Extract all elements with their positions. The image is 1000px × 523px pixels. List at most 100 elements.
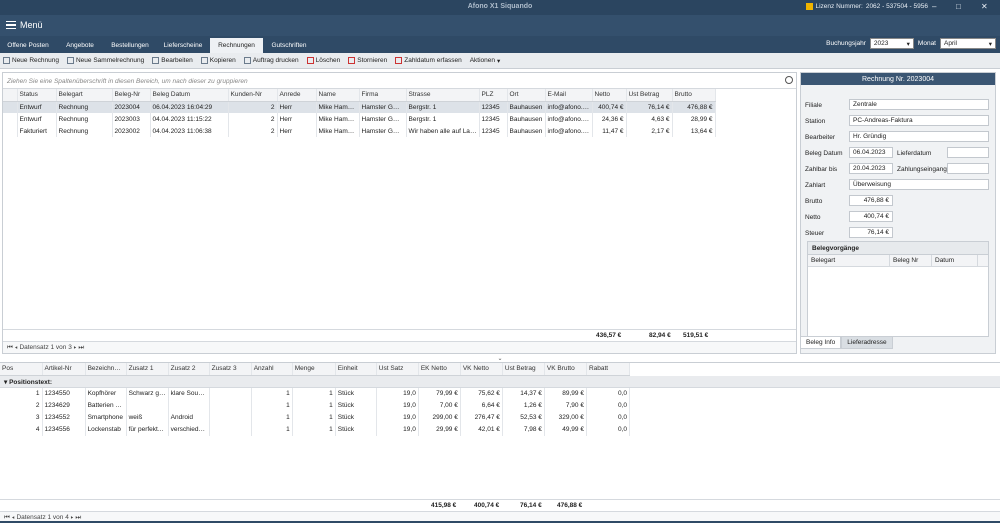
total-ust: 82,94 € [649,332,671,339]
year-select[interactable]: 2023 ▾ [869,38,914,49]
col-belegart[interactable]: Belegart [808,255,890,266]
group-by-panel[interactable]: Ziehen Sie eine Spaltenüberschrift in di… [3,73,796,89]
col-status[interactable]: Status [17,89,57,102]
col-beleg-datum[interactable]: Beleg Datum [150,89,229,102]
positions-group-header[interactable]: ▾ Positionstext: [0,375,1000,388]
record-payment-date-button[interactable]: Zahldatum erfassen [395,57,462,64]
col-zusatz1[interactable]: Zusatz 1 [126,363,169,376]
nav-last-icon[interactable]: ⏭ [78,344,84,351]
col-ort[interactable]: Ort [507,89,546,102]
col-beleg-nr[interactable]: Beleg Nr [890,255,932,266]
record-navigator[interactable]: ⏮ ◂ Datensatz 1 von 3 ▸ ⏭ [3,341,796,353]
nav-next-icon[interactable]: ▸ [74,344,77,351]
tab-lieferscheine[interactable]: Lieferscheine [156,38,210,53]
close-button[interactable]: ✕ [981,2,988,11]
actions-dropdown[interactable]: Aktionen ▾ [470,57,501,65]
tab-bestellungen[interactable]: Bestellungen [104,38,156,53]
table-row[interactable]: 3 1234552 Smartphone weiß Android 1 1 Stück 19,0… [0,411,631,424]
col-plz[interactable]: PLZ [479,89,508,102]
copy-button[interactable]: Kopieren [200,57,236,64]
module-tabs: Offene Posten Angebote Bestellungen Lief… [0,36,1000,53]
col-anzahl[interactable]: Anzahl [251,363,293,376]
col-ek-netto[interactable]: EK Netto [418,363,461,376]
nav-next-icon[interactable]: ▸ [71,514,74,521]
col-artikel-nr[interactable]: Artikel-Nr [42,363,86,376]
filiale-field[interactable]: Zentrale [849,99,989,110]
month-select[interactable]: April ▾ [940,38,996,49]
belegdatum-field[interactable]: 06.04.2023 [849,147,893,158]
nav-prev-icon[interactable]: ◂ [15,344,18,351]
table-row[interactable]: 2 1234629 Batterien V... 1 1 Stück 19,0 7,00 €6… [0,399,631,412]
invoice-totals: 436,57 € 82,94 € 519,51 € [3,329,796,341]
hamburger-menu-icon[interactable] [6,21,16,29]
tab-lieferadresse[interactable]: Lieferadresse [841,336,893,349]
tab-angebote[interactable]: Angebote [56,38,104,53]
main-area: Ziehen Sie eine Spaltenüberschrift in di… [0,69,1000,523]
col-strasse[interactable]: Strasse [406,89,480,102]
lieferdatum-field[interactable] [947,147,989,158]
splitter-handle[interactable]: ⌄ [0,355,1000,362]
col-ust-betrag[interactable]: Ust Betrag [502,363,545,376]
edit-button[interactable]: Bearbeiten [152,57,193,64]
total-ust-betrag: 76,14 € [520,502,542,509]
tab-gutschriften[interactable]: Gutschriften [263,38,315,53]
tab-rechnungen[interactable]: Rechnungen [210,38,263,53]
col-ust-betrag[interactable]: Ust Betrag [626,89,673,102]
col-rabatt[interactable]: Rabatt [586,363,631,376]
col-name[interactable]: Name [316,89,360,102]
license-label: Lizenz Nummer: [815,3,863,10]
table-row[interactable]: 1 1234550 Kopfhörer Schwarz gold klare Soun.… [0,387,631,400]
belegvorgaenge-header: Belegart Beleg Nr Datum [808,255,988,267]
table-row[interactable]: Entwurf Rechnung 2023004 06.04.2023 16:04:2… [3,101,716,113]
chevron-down-icon: ▾ [496,57,501,65]
col-belegart[interactable]: Belegart [56,89,113,102]
col-brutto[interactable]: Brutto [672,89,716,102]
col-vk-netto[interactable]: VK Netto [460,363,503,376]
belegvorgaenge-title: Belegvorgänge [808,242,988,255]
nav-last-icon[interactable]: ⏭ [75,514,81,521]
menu-label[interactable]: Menü [20,20,43,30]
printer-icon [243,57,251,64]
belegvorgaenge-panel: Belegvorgänge Belegart Beleg Nr Datum [807,241,989,337]
bearbeiter-field[interactable]: Hr. Gründig [849,131,989,142]
tab-offene-posten[interactable]: Offene Posten [0,38,56,53]
nav-first-icon[interactable]: ⏮ [4,514,10,521]
tab-beleg-info[interactable]: Beleg Info [800,336,842,349]
col-zusatz3[interactable]: Zusatz 3 [209,363,252,376]
delete-button[interactable]: Löschen [306,57,340,64]
maximize-button[interactable]: □ [956,2,961,11]
col-anrede[interactable]: Anrede [277,89,317,102]
cancel-invoice-button[interactable]: Stornieren [348,57,387,64]
minimize-button[interactable]: – [932,2,936,11]
col-datum[interactable]: Datum [932,255,978,266]
new-invoice-button[interactable]: Neue Rechnung [3,57,59,64]
zahlungseingang-field[interactable] [947,163,989,174]
nav-prev-icon[interactable]: ◂ [12,514,15,521]
new-collective-invoice-button[interactable]: Neue Sammelrechnung [66,57,144,64]
station-field[interactable]: PC-Andreas-Faktura [849,115,989,126]
col-menge[interactable]: Menge [292,363,336,376]
col-netto[interactable]: Netto [592,89,627,102]
nav-first-icon[interactable]: ⏮ [7,344,13,351]
col-kunden-nr[interactable]: Kunden-Nr [228,89,278,102]
table-row[interactable]: Entwurf Rechnung 2023003 04.04.2023 11:15:2… [3,113,716,125]
search-icon[interactable] [785,76,793,84]
cancel-icon [348,57,356,64]
delete-icon [306,57,314,64]
positions-rows: 1 1234550 Kopfhörer Schwarz gold klare Soun.… [0,387,631,436]
col-email[interactable]: E-Mail [545,89,593,102]
record-count: Datensatz 1 von 3 [19,344,72,351]
col-ust-satz[interactable]: Ust Satz [376,363,419,376]
col-zusatz2[interactable]: Zusatz 2 [168,363,210,376]
zahlbar-field[interactable]: 20.04.2023 [849,163,893,174]
zahlart-field[interactable]: Überweisung [849,179,989,190]
col-bezeichnung[interactable]: Bezeichnung [85,363,127,376]
col-pos[interactable]: Pos [0,363,43,376]
col-einheit[interactable]: Einheit [335,363,377,376]
col-firma[interactable]: Firma [359,89,407,102]
col-beleg-nr[interactable]: Beleg-Nr [112,89,151,102]
table-row[interactable]: 4 1234556 Lockenstab für perfekt... verschie… [0,423,631,436]
table-row[interactable]: Fakturiert Rechnung 2023002 04.04.2023 11:0… [3,125,716,137]
print-button[interactable]: Auftrag drucken [243,57,299,64]
col-vk-brutto[interactable]: VK Brutto [544,363,587,376]
